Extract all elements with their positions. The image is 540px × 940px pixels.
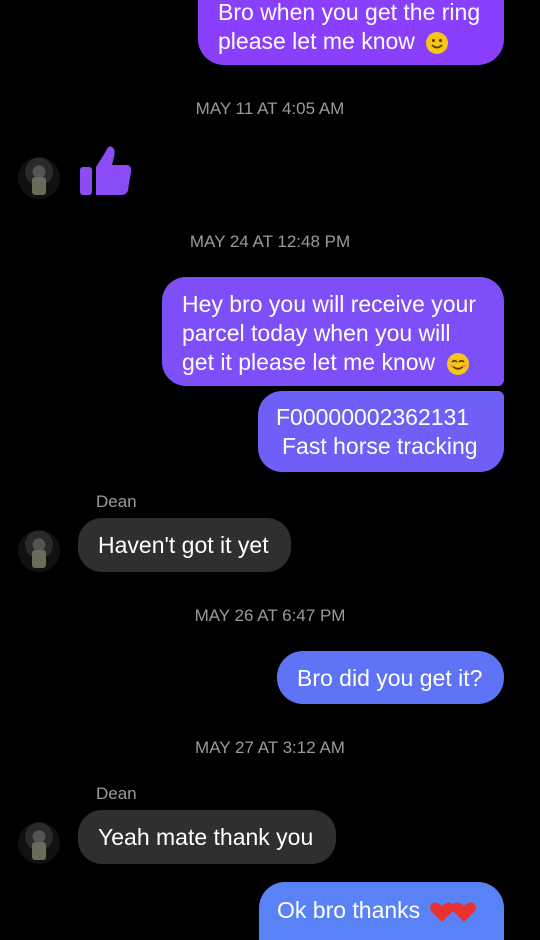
message-text: get it please let me know: [182, 349, 436, 375]
message-text: Yeah mate thank you: [98, 824, 314, 850]
timestamp: MAY 24 AT 12:48 PM: [189, 232, 351, 251]
outgoing-message[interactable]: Ok bro thanks: [259, 882, 504, 940]
timestamp: MAY 27 AT 3:12 AM: [195, 738, 345, 757]
message-text: Ok bro thanks: [277, 897, 421, 923]
incoming-message[interactable]: Yeah mate thank you: [78, 810, 336, 864]
thumbs-up-icon[interactable]: [78, 143, 134, 199]
smiling-face-icon: [446, 352, 469, 375]
outgoing-message[interactable]: Hey bro you will receive your parcel tod…: [162, 277, 504, 386]
outgoing-message[interactable]: F00000002362131 Fast horse tracking: [258, 391, 504, 472]
message-text: Bro when you get the ring: [218, 0, 481, 25]
incoming-message[interactable]: Haven't got it yet: [78, 518, 291, 572]
timestamp: MAY 26 AT 6:47 PM: [194, 606, 346, 625]
outgoing-message[interactable]: Bro when you get the ring please let me …: [198, 0, 504, 65]
message-text: please let me know: [218, 28, 415, 54]
outgoing-message[interactable]: Bro did you get it?: [277, 651, 504, 704]
sender-name: Dean: [96, 784, 137, 803]
message-text: Fast horse tracking: [282, 433, 478, 459]
message-text: Bro did you get it?: [297, 665, 483, 691]
avatar[interactable]: [18, 157, 60, 199]
message-text: parcel today when you will: [182, 320, 451, 346]
sender-name: Dean: [96, 492, 137, 511]
avatar[interactable]: [18, 822, 60, 864]
timestamp: MAY 11 AT 4:05 AM: [195, 99, 345, 118]
message-text: Haven't got it yet: [98, 532, 269, 558]
red-heart-icon: [451, 902, 476, 922]
avatar[interactable]: [18, 530, 60, 572]
message-text: F00000002362131: [276, 404, 470, 430]
message-text: Hey bro you will receive your: [182, 291, 477, 317]
slightly-smiling-face-icon: [426, 31, 449, 54]
